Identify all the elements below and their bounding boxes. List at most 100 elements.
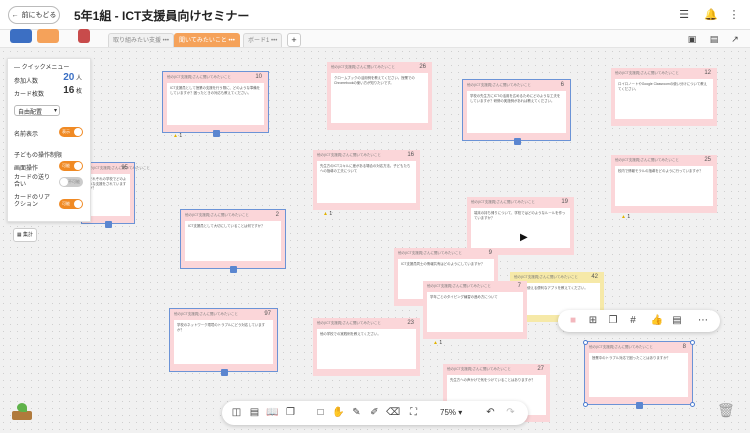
select-icon[interactable]: □: [314, 406, 327, 419]
stack-icon[interactable]: ❐: [284, 406, 297, 419]
card-header: 他の(ICT支援員)さんに聞いてみたいこと: [167, 75, 231, 79]
add-tab-button[interactable]: +: [287, 33, 301, 47]
card-number: 16: [407, 152, 414, 158]
card-likes[interactable]: ▲ 1: [323, 211, 332, 217]
card-likes[interactable]: ▲ 1: [621, 214, 630, 220]
back-button[interactable]: ← 前にもどる: [8, 6, 60, 24]
grid-icon[interactable]: ⊞: [586, 314, 600, 328]
image-icon[interactable]: ▤: [706, 31, 722, 47]
card[interactable]: 7 他の(ICT支援員)さんに聞いてみたいこと 学年ごとのタイピング練習の進め方につ…: [423, 281, 527, 339]
name-display-label: 名前表示: [14, 132, 39, 138]
card-number: 23: [407, 320, 414, 326]
cards-count-value: 16 枚: [63, 85, 82, 96]
more-horizontal-icon[interactable]: ⋯: [696, 314, 710, 328]
arrange-select[interactable]: 自由配置 ▾: [14, 105, 60, 116]
card[interactable]: 23 他の(ICT支援員)さんに聞いてみたいこと他の学校での実践例を教えてください…: [313, 318, 420, 376]
card[interactable]: 10 他の(ICT支援員)さんに聞いてみたいこと ICT支援員として授業の支援を行う…: [162, 71, 269, 133]
card-header: 他の(ICT支援員)さんに聞いてみたいこと: [185, 213, 249, 217]
likes-count: 1: [439, 340, 443, 346]
card-body: 授業中のトラブル対応で困ったことはありますか？: [589, 353, 688, 397]
learning-app-icon[interactable]: [78, 29, 90, 43]
add-card-icon[interactable]: ◫: [230, 406, 243, 419]
card-send-toggle[interactable]: 不可能: [59, 177, 83, 187]
likes-count: 1: [627, 214, 631, 220]
hashtag-icon[interactable]: #: [626, 314, 640, 328]
participants-value: 20 人: [63, 72, 82, 83]
redo-icon[interactable]: ↷: [504, 406, 517, 419]
tab-board1[interactable]: ボード1 •••: [243, 33, 283, 47]
quick-menu-panel: — クイックメニュー 参加人数 20 人 カード枚数 16 枚 自由配置 ▾ 名前…: [7, 58, 91, 222]
card-action-bar: ■ ⊞ ❐ # 👍 ▤ ⋯: [558, 310, 720, 332]
card[interactable]: 25 他の(ICT支援員)さんに聞いてみたいこと 校内で情報モラルの指導をどのように…: [611, 155, 717, 213]
card[interactable]: 12 他の(ICT支援員)さんに聞いてみたいこと ロイロノートやGoogle Cla…: [611, 68, 717, 126]
tab-questions[interactable]: 聞いてみたいこと •••: [174, 33, 240, 47]
card[interactable]: 26 他の(ICT支援員)さんに聞いてみたいこと クロームブックの活用例を教えてくだ…: [327, 62, 432, 130]
card-header: 他の(ICT支援員)さんに聞いてみたいこと: [514, 275, 578, 279]
resize-handle[interactable]: [583, 402, 588, 407]
card[interactable]: 97 他の(ICT支援員)さんに聞いてみたいこと 学校のネットワーク環境のトラブルに…: [169, 308, 278, 372]
screen-op-toggle[interactable]: 可能: [59, 161, 83, 171]
arrow-left-icon: ←: [11, 11, 19, 19]
card[interactable]: 2 他の(ICT支援員)さんに聞いてみたいこと ICT支援員として大切にしていること…: [180, 209, 286, 269]
card-header: 他の(ICT支援員)さんに聞いてみたいこと: [317, 321, 381, 325]
comment-icon[interactable]: ▤: [670, 314, 684, 328]
menu-icon[interactable]: ☰: [676, 7, 692, 23]
resize-handle[interactable]: [690, 402, 695, 407]
resize-handle[interactable]: [583, 340, 588, 345]
card-number: 9: [488, 250, 492, 256]
more-vertical-icon[interactable]: ⋮: [726, 7, 742, 23]
zoom-dropdown[interactable]: 75% ▾: [440, 408, 462, 417]
card-person-icon[interactable]: [635, 402, 643, 409]
thumbs-up-icon[interactable]: 👍: [650, 314, 664, 328]
card-person-icon[interactable]: [212, 130, 220, 137]
card-header: 他の(ICT支援員)さんに聞いてみたいこと: [331, 65, 395, 69]
card[interactable]: 8 他の(ICT支援員)さんに聞いてみたいこと 授業中のトラブル対応で困ったことはあ…: [584, 341, 693, 405]
export-icon[interactable]: ↗: [727, 31, 743, 47]
card[interactable]: 16 他の(ICT支援員)さんに聞いてみたいこと 先生方のICTスキルに差がある場合…: [313, 150, 420, 210]
card-body: 他の学校での実践例を教えてください。: [317, 329, 416, 369]
resize-handle[interactable]: [690, 340, 695, 345]
card-number: 95: [121, 165, 128, 171]
card-body: クロームブックの活用例を教えてください。授業でのChromebookの使い方が知…: [331, 73, 428, 123]
card-number: 97: [264, 311, 271, 317]
chevron-down-icon: ▾: [458, 408, 463, 417]
tally-button[interactable]: ▦ 集計: [13, 228, 37, 242]
trash-icon[interactable]: 🗑: [717, 402, 735, 419]
fit-screen-icon[interactable]: ⛶: [407, 406, 420, 419]
back-button-label: 前にもどる: [21, 12, 57, 19]
tab-support[interactable]: 取り組みたい支援 •••: [108, 33, 174, 47]
card-person-icon[interactable]: [220, 369, 228, 376]
card-person-icon[interactable]: [105, 221, 112, 228]
card-reaction-toggle[interactable]: 可能: [59, 199, 83, 209]
eraser-icon[interactable]: ⌫: [386, 406, 400, 419]
color-swatch-icon[interactable]: ■: [566, 314, 580, 328]
marker-icon[interactable]: ✐: [368, 406, 381, 419]
card[interactable]: 19 他の(ICT支援員)さんに聞いてみたいこと 端末の持ち帰りについて、学校ではど…: [467, 197, 574, 255]
card-number: 19: [561, 199, 568, 205]
student-app-icon[interactable]: [10, 29, 32, 43]
sprout-icon[interactable]: [10, 401, 34, 421]
card-send-label: カードの送り合い: [14, 175, 51, 188]
card-header: 他の(ICT支援員)さんに聞いてみたいこと: [615, 158, 679, 162]
book-icon[interactable]: 📖: [266, 406, 279, 419]
likes-count: 1: [179, 133, 183, 139]
hand-icon[interactable]: ✋: [332, 406, 345, 419]
video-icon[interactable]: ▣: [684, 31, 700, 47]
card[interactable]: 6 他の(ICT支援員)さんに聞いてみたいこと 学校の先生方にICTの活用を広めるた…: [462, 79, 571, 141]
copy-icon[interactable]: ❐: [606, 314, 620, 328]
add-image-icon[interactable]: ▤: [248, 406, 261, 419]
card-likes[interactable]: ▲ 1: [433, 340, 442, 346]
teacher-app-icon[interactable]: [37, 29, 59, 43]
child-ops-title: 子どもの操作制限: [14, 153, 63, 159]
card-body: ICT支援員として大切にしていることは何ですか？: [185, 221, 281, 261]
card-likes[interactable]: ▲ 1: [173, 133, 182, 139]
card-number: 12: [704, 70, 711, 76]
card-person-icon[interactable]: [513, 138, 521, 145]
undo-icon[interactable]: ↶: [484, 406, 497, 419]
likes-count: 1: [329, 211, 333, 217]
screen-op-label: 画面操作: [14, 166, 39, 172]
pen-icon[interactable]: ✎: [350, 406, 363, 419]
bell-icon[interactable]: 🔔: [703, 7, 719, 23]
card-person-icon[interactable]: [230, 266, 237, 273]
name-display-toggle[interactable]: 表示: [59, 127, 83, 137]
